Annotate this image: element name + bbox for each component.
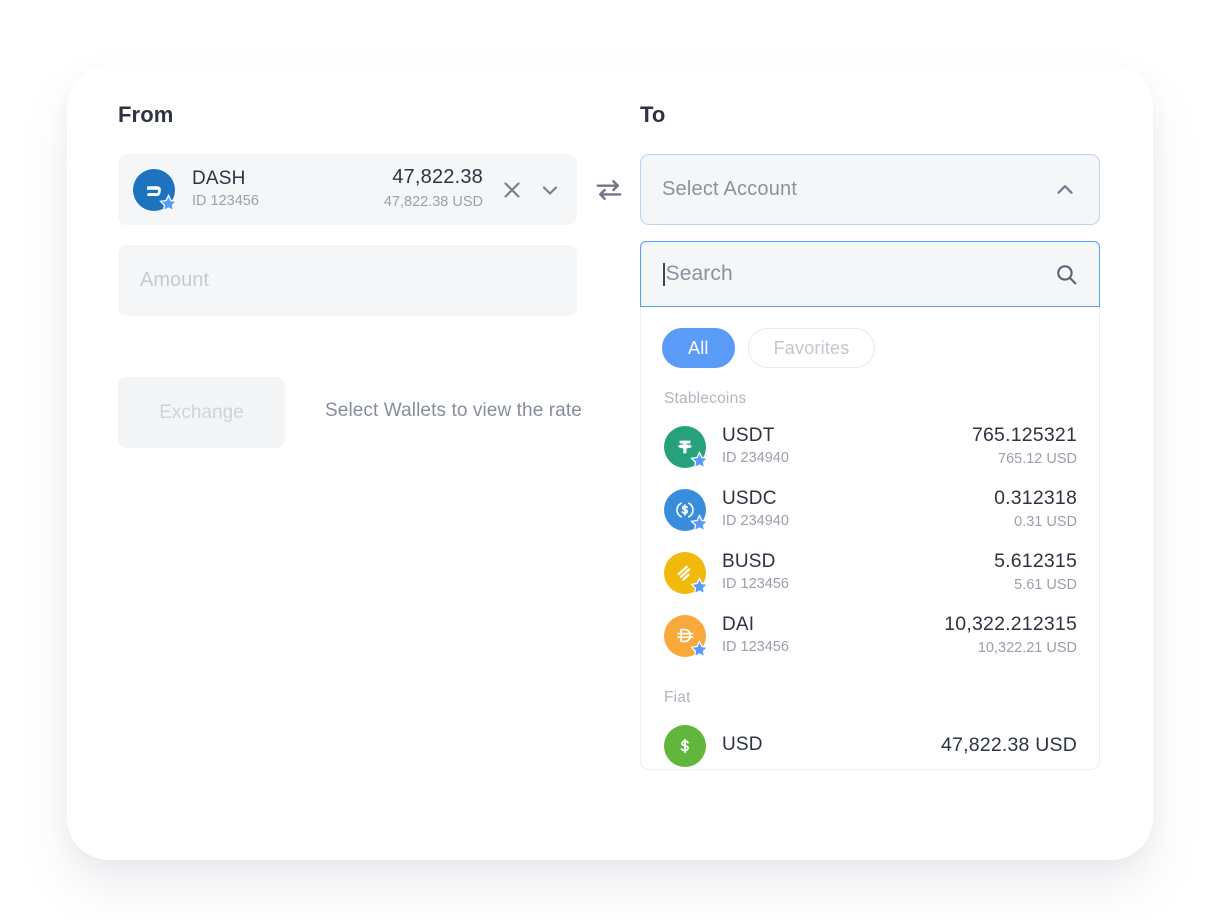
asset-meta: DAI ID 123456 [722,614,789,658]
asset-symbol: USDC [722,487,777,509]
asset-balance: 5.612315 5.61 USD [994,550,1077,596]
select-account-placeholder: Select Account [662,178,798,200]
filter-pill-favorites[interactable]: Favorites [747,328,876,368]
group-label-stablecoins: Stablecoins [664,390,747,407]
asset-symbol: BUSD [722,550,776,572]
asset-id: ID 234940 [722,449,789,466]
asset-amount: 47,822.38 USD [941,734,1077,756]
amount-input[interactable] [118,245,577,316]
swap-arrows-icon [596,180,622,200]
exchange-button[interactable]: Exchange [118,377,285,448]
app-background: From DASH ID 123456 47,822.38 47,822.38 … [0,0,1217,921]
asset-meta: USDT ID 234940 [722,425,789,469]
asset-amount: 5.612315 [994,549,1077,572]
dash-coin-badge [133,168,178,212]
asset-amount-usd: 10,322.21 USD [977,639,1077,656]
favorite-star-icon [690,576,709,595]
asset-balance: 0.312318 0.31 USD [994,487,1077,533]
chevron-down-icon[interactable] [537,177,563,203]
asset-symbol: USDT [722,424,775,446]
text-cursor [663,262,665,286]
from-wallet-balance: 47,822.38 47,822.38 USD [384,166,483,212]
usdc-coin-badge [664,488,709,532]
account-search-field[interactable]: Search [640,241,1100,307]
usdt-coin-badge [664,425,709,469]
asset-row-usdt[interactable]: USDT ID 234940 765.125321 765.12 USD [641,415,1099,478]
search-placeholder: Search [665,262,733,285]
exchange-card: From DASH ID 123456 47,822.38 47,822.38 … [67,65,1153,860]
asset-symbol: USD [722,734,763,756]
favorite-star-icon [159,193,178,212]
filter-pill-all[interactable]: All [662,328,735,368]
favorite-star-icon [690,639,709,658]
asset-amount: 765.125321 [971,423,1077,446]
asset-balance: 47,822.38 USD [941,734,1077,757]
from-column-label: From [118,102,174,127]
search-icon[interactable] [1054,262,1079,287]
from-wallet-symbol: DASH [192,167,246,189]
asset-id: ID 123456 [722,638,789,655]
asset-row-dai[interactable]: DAI ID 123456 10,322.212315 10,322.21 US… [641,604,1099,667]
asset-meta: USD [722,734,763,756]
asset-meta: BUSD ID 123456 [722,551,789,595]
account-dropdown-panel: All Favorites Stablecoins USDT ID 234940… [640,307,1100,770]
asset-id: ID 234940 [722,512,789,529]
dai-coin-badge [664,614,709,658]
busd-coin-badge [664,551,709,595]
rate-hint-text: Select Wallets to view the rate [325,400,582,421]
asset-symbol: DAI [722,613,755,635]
filter-pill-group: All Favorites [641,307,1099,368]
from-wallet-id: ID 123456 [192,192,259,209]
from-wallet-row[interactable]: DASH ID 123456 47,822.38 47,822.38 USD [118,154,577,225]
asset-meta: USDC ID 234940 [722,488,789,532]
asset-balance: 10,322.212315 10,322.21 USD [944,613,1077,659]
favorite-star-icon [690,513,709,532]
asset-row-usd[interactable]: USD 47,822.38 USD [641,714,1099,769]
select-account-dropdown[interactable]: Select Account [640,154,1100,225]
asset-id: ID 123456 [722,575,789,592]
asset-row-usdc[interactable]: USDC ID 234940 0.312318 0.31 USD [641,478,1099,541]
to-column-label: To [640,102,666,127]
from-wallet-actions [499,177,563,203]
from-wallet-meta: DASH ID 123456 [192,168,259,212]
asset-balance: 765.125321 765.12 USD [972,424,1077,470]
usd-fiat-icon [664,724,706,767]
group-label-fiat: Fiat [664,689,691,706]
from-wallet-amount: 47,822.38 [392,166,483,189]
from-wallet-amount-usd: 47,822.38 USD [383,194,483,211]
swap-direction-button[interactable] [591,172,627,208]
favorite-star-icon [690,450,709,469]
asset-amount-usd: 0.31 USD [1014,513,1077,530]
asset-amount: 10,322.212315 [944,612,1077,635]
close-icon[interactable] [499,177,525,203]
chevron-up-icon[interactable] [1052,177,1078,203]
asset-amount: 0.312318 [994,486,1077,509]
usd-fiat-badge [664,724,706,767]
asset-amount-usd: 5.61 USD [1014,576,1077,593]
asset-amount-usd: 765.12 USD [998,450,1077,467]
asset-row-busd[interactable]: BUSD ID 123456 5.612315 5.61 USD [641,541,1099,604]
